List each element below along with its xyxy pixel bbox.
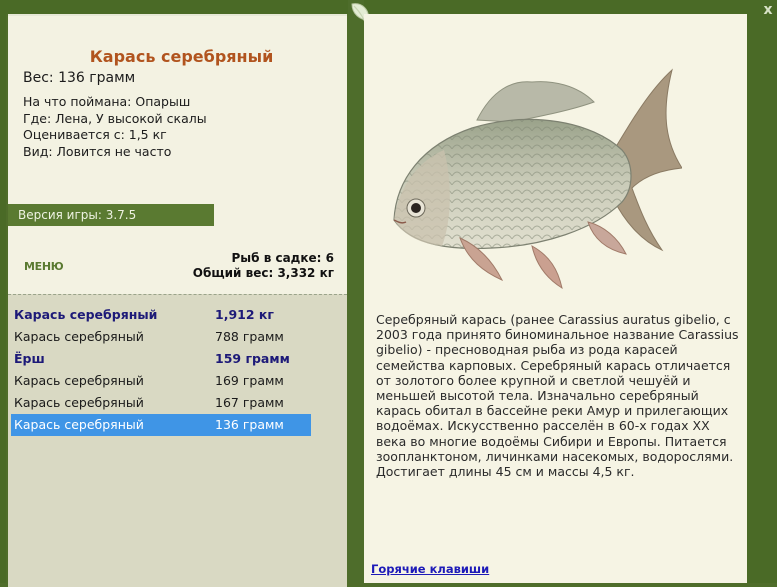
keepnet-row-selected[interactable]: Карась серебряный 136 грамм: [11, 414, 311, 436]
keepnet-row[interactable]: Карась серебряный 1,912 кг: [11, 304, 311, 326]
fish-count: Рыб в садке: 6: [231, 251, 335, 265]
keepnet-fish-name: Карась серебряный: [14, 417, 144, 432]
hotkeys-link[interactable]: Горячие клавиши: [371, 562, 489, 576]
keepnet-fish-weight: 788 грамм: [215, 329, 284, 344]
catch-panel: Карась серебряный Вес: 136 грамм На что …: [8, 14, 347, 587]
window-frame-left: [0, 0, 6, 583]
keepnet-fish-weight: 136 грамм: [215, 417, 284, 432]
keepnet-fish-weight: 169 грамм: [215, 373, 284, 388]
close-button[interactable]: x: [761, 3, 775, 17]
keepnet-fish-weight: 1,912 кг: [215, 307, 274, 322]
window-frame-top: [0, 0, 777, 14]
keepnet-row[interactable]: Карась серебряный 169 грамм: [11, 370, 311, 392]
window-frame-divider: [348, 0, 364, 583]
fish-info-panel: Серебряный карась (ранее Carassius aurat…: [364, 14, 747, 583]
keepnet-row[interactable]: Карась серебряный 167 грамм: [11, 392, 311, 414]
catch-weight: Вес: 136 грамм: [23, 70, 136, 86]
keepnet-fish-weight: 159 грамм: [215, 351, 290, 366]
keepnet-row[interactable]: Ёрш 159 грамм: [11, 348, 311, 370]
keepnet-fish-name: Карась серебряный: [14, 395, 144, 410]
keepnet-fish-name: Карась серебряный: [14, 373, 144, 388]
total-weight: Общий вес: 3,332 кг: [192, 266, 334, 280]
keepnet-stats: Рыб в садке: 6 Общий вес: 3,332 кг: [193, 251, 334, 281]
catch-bait: На что поймана: Опарыш: [23, 94, 191, 109]
catch-valued-from: Оценивается с: 1,5 кг: [23, 127, 167, 142]
menu-button[interactable]: МЕНЮ: [24, 260, 64, 273]
keepnet-list-area: Карась серебряный 1,912 кг Карась серебр…: [8, 294, 347, 587]
keepnet-list: Карась серебряный 1,912 кг Карась серебр…: [11, 304, 311, 436]
fish-description: Серебряный карась (ранее Carassius aurat…: [376, 312, 739, 480]
keepnet-fish-weight: 167 грамм: [215, 395, 284, 410]
catch-location: Где: Лена, У высокой скалы: [23, 110, 207, 126]
keepnet-fish-name: Карась серебряный: [14, 307, 158, 322]
catch-title: Карась серебряный: [89, 47, 274, 66]
catch-details: На что поймана: Опарыш Где: Лена, У высо…: [23, 94, 207, 160]
window-frame-right: [747, 0, 777, 583]
keepnet-row[interactable]: Карась серебряный 788 грамм: [11, 326, 311, 348]
keepnet-fish-name: Карась серебряный: [14, 329, 144, 344]
keepnet-fish-name: Ёрш: [14, 351, 45, 366]
catch-kind: Вид: Ловится не часто: [23, 143, 172, 159]
crucian-carp-image: [393, 68, 682, 290]
version-bar: Версия игры: 3.7.5: [8, 204, 214, 226]
close-icon: x: [763, 2, 773, 18]
